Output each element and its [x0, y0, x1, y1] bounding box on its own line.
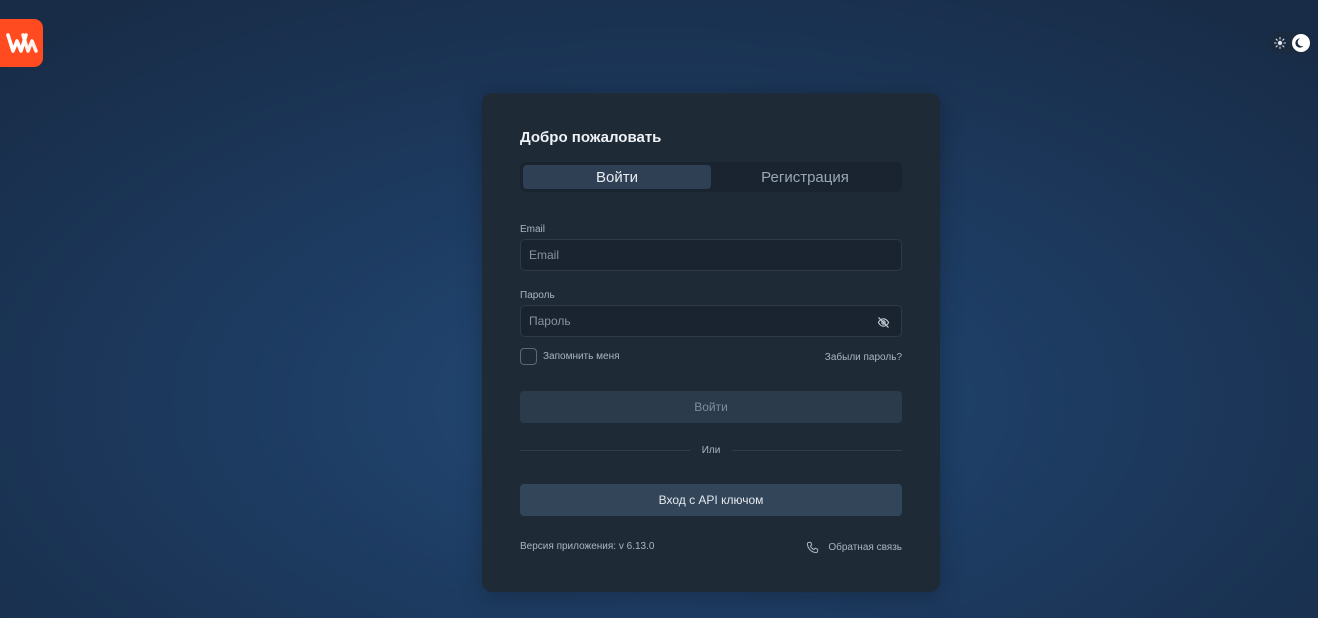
login-card: Добро пожаловать Войти Регистрация Email…	[482, 93, 940, 592]
password-input[interactable]	[520, 305, 902, 337]
login-button[interactable]: Войти	[520, 391, 902, 423]
feedback-link[interactable]: Обратная связь	[806, 541, 902, 554]
tab-register[interactable]: Регистрация	[711, 165, 899, 189]
api-key-login-button[interactable]: Вход с API ключом	[520, 484, 902, 516]
auth-tabs: Войти Регистрация	[520, 162, 902, 192]
divider: Или	[520, 445, 903, 456]
divider-label: Или	[701, 445, 721, 456]
theme-toggle-knob[interactable]	[1292, 34, 1310, 52]
theme-toggle[interactable]	[1268, 32, 1312, 54]
password-label: Пароль	[520, 290, 555, 301]
w-logo-icon	[5, 33, 38, 53]
forgot-password-link[interactable]: Забыли пароль?	[825, 352, 902, 363]
app-logo[interactable]	[0, 19, 43, 67]
app-version: Версия приложения: v 6.13.0	[520, 541, 655, 552]
remember-me-label: Запомнить меня	[543, 351, 620, 362]
email-label: Email	[520, 224, 546, 235]
feedback-label: Обратная связь	[828, 542, 902, 553]
moon-icon	[1295, 38, 1304, 48]
sun-icon[interactable]	[1273, 36, 1287, 50]
tab-login[interactable]: Войти	[523, 165, 711, 189]
email-input[interactable]	[520, 239, 902, 271]
phone-icon	[807, 541, 819, 554]
card-title: Добро пожаловать	[520, 129, 662, 146]
divider-line-right	[732, 450, 903, 451]
eye-off-icon[interactable]	[876, 315, 890, 329]
remember-me: Запомнить меня	[520, 348, 620, 365]
remember-me-checkbox[interactable]	[520, 348, 537, 365]
divider-line-left	[520, 450, 690, 451]
